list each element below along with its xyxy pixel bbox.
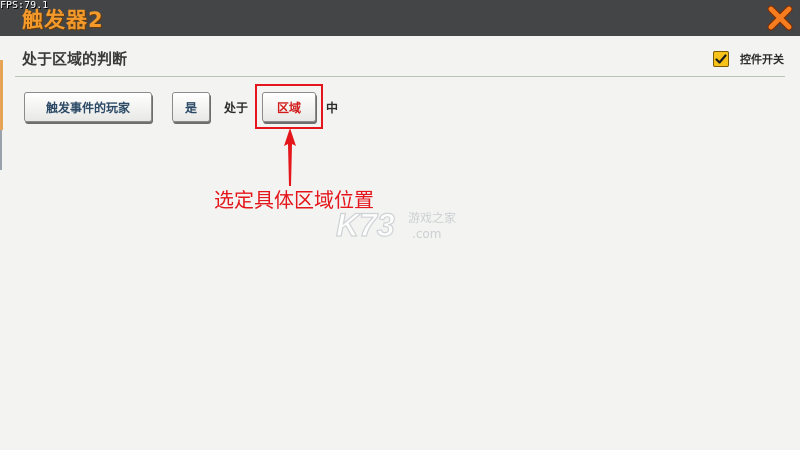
section-divider: [15, 76, 785, 77]
yes-button[interactable]: 是: [172, 92, 210, 122]
watermark-domain-text: .com: [412, 227, 441, 241]
watermark-cn-text: 游戏之家: [408, 210, 456, 225]
section-title: 处于区域的判断: [22, 50, 128, 68]
close-x-icon: [767, 5, 793, 31]
left-edge-tab: [0, 60, 3, 130]
checkbox[interactable]: [713, 51, 729, 67]
left-edge-tab-secondary: [0, 130, 2, 170]
title-bar: 触发器2: [0, 0, 800, 36]
located-text: 处于: [224, 101, 249, 115]
close-button[interactable]: [766, 4, 794, 32]
watermark-logo: K73 游戏之家 .com: [336, 206, 456, 243]
annotation-arrow-icon: [284, 128, 296, 186]
toggle-label: 控件开关: [740, 53, 784, 66]
control-toggle[interactable]: 控件开关: [713, 50, 784, 68]
in-text: 中: [326, 101, 339, 115]
region-button[interactable]: 区域: [262, 92, 316, 122]
watermark-logo-text: K73: [336, 207, 395, 243]
checkmark-icon: [715, 54, 727, 64]
fps-counter: FPS:79.1: [0, 0, 49, 11]
triggering-player-button[interactable]: 触发事件的玩家: [24, 92, 152, 122]
